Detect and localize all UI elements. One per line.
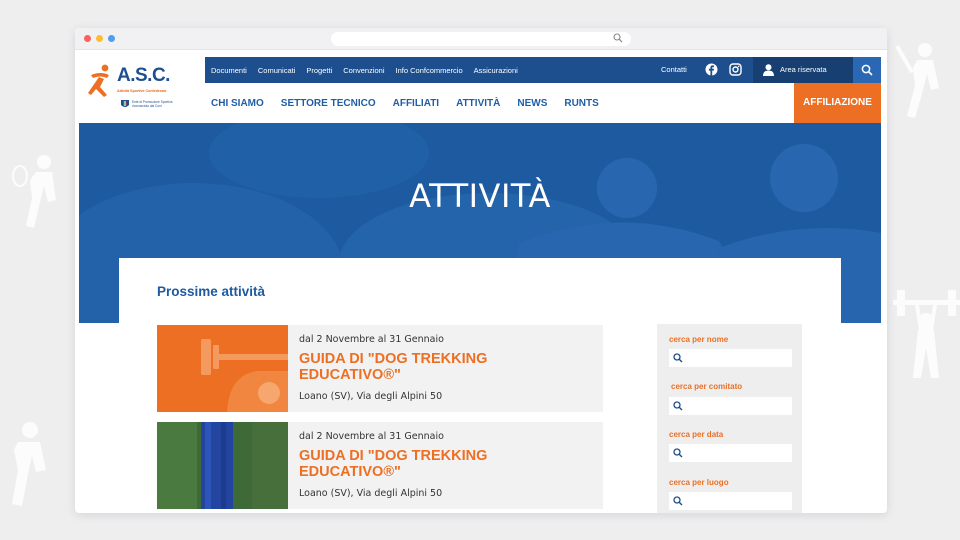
- nav-affiliati[interactable]: AFFILIATI: [393, 98, 439, 109]
- top-link-comunicati[interactable]: Comunicati: [258, 66, 296, 75]
- search-icon: [861, 64, 873, 76]
- search-icon: [673, 448, 683, 458]
- filter-label-comitato: cerca per comitato: [671, 382, 743, 391]
- filter-label-luogo: cerca per luogo: [669, 478, 729, 487]
- nav-settore-tecnico[interactable]: SETTORE TECNICO: [281, 98, 376, 109]
- site-logo[interactable]: A.S.C. Attività Sportive Confederate Ent…: [79, 57, 205, 123]
- search-by-name-input[interactable]: [669, 349, 792, 367]
- search-icon: [613, 33, 623, 43]
- activity-image: [157, 325, 288, 412]
- search-icon: [673, 401, 683, 411]
- top-utility-bar: Documenti Comunicati Progetti Convenzion…: [205, 57, 881, 83]
- section-title: Prossime attività: [157, 284, 266, 299]
- activity-location: Loano (SV), Via degli Alpini 50: [299, 391, 443, 402]
- site-search-button[interactable]: [853, 57, 881, 83]
- filter-label-nome: cerca per nome: [669, 335, 729, 344]
- activity-title[interactable]: GUIDA DI "DOG TREKKING EDUCATIVO®": [299, 448, 559, 480]
- top-link-assicurazioni[interactable]: Assicurazioni: [474, 66, 518, 75]
- asc-logo-icon: [88, 64, 109, 97]
- affiliazione-button[interactable]: AFFILIAZIONE: [794, 83, 881, 123]
- site-header: A.S.C. Attività Sportive Confederate Ent…: [79, 57, 881, 123]
- user-icon: [763, 64, 774, 76]
- turf-field-illustration: [157, 422, 288, 509]
- reserved-area-button[interactable]: Area riservata: [753, 57, 853, 83]
- nav-runts[interactable]: RUNTS: [564, 98, 598, 109]
- minimize-window-dot[interactable]: [96, 35, 103, 42]
- top-link-progetti[interactable]: Progetti: [306, 66, 332, 75]
- top-link-documenti[interactable]: Documenti: [211, 66, 247, 75]
- hero-title: ATTIVITÀ: [409, 177, 551, 215]
- top-link-info-confcommercio[interactable]: Info Confcommercio: [396, 66, 463, 75]
- browser-toolbar: [75, 28, 887, 50]
- activity-date: dal 2 Novembre al 31 Gennaio: [299, 431, 444, 442]
- activity-date: dal 2 Novembre al 31 Gennaio: [299, 334, 444, 345]
- activities-card: Prossime attività dal 2 Novembre al 31 G…: [119, 258, 841, 513]
- browser-window: A.S.C. Attività Sportive Confederate Ent…: [75, 28, 887, 513]
- athlete-batter-icon: [895, 43, 939, 118]
- activity-location: Loano (SV), Via degli Alpini 50: [299, 488, 443, 499]
- activity-title[interactable]: GUIDA DI "DOG TREKKING EDUCATIVO®": [299, 351, 559, 383]
- top-link-convenzioni[interactable]: Convenzioni: [343, 66, 384, 75]
- activity-item[interactable]: dal 2 Novembre al 31 Gennaio GUIDA DI "D…: [157, 325, 603, 412]
- athlete-runner-icon: [12, 422, 46, 506]
- nav-news[interactable]: NEWS: [517, 98, 547, 109]
- weightlifting-illustration: [201, 339, 288, 412]
- search-by-date-input[interactable]: [669, 444, 792, 462]
- nav-chi-siamo[interactable]: CHI SIAMO: [211, 98, 264, 109]
- filter-label-data: cerca per data: [669, 430, 724, 439]
- search-by-committee-input[interactable]: [669, 397, 792, 415]
- athlete-tennis-icon: [12, 155, 56, 228]
- instagram-icon[interactable]: [729, 63, 742, 76]
- athlete-weightlifter-icon: [893, 290, 960, 378]
- facebook-icon[interactable]: [705, 63, 718, 76]
- maximize-window-dot[interactable]: [108, 35, 115, 42]
- search-by-place-input[interactable]: [669, 492, 792, 510]
- activity-item[interactable]: dal 2 Novembre al 31 Gennaio GUIDA DI "D…: [157, 422, 603, 509]
- main-navigation: CHI SIAMO SETTORE TECNICO AFFILIATI ATTI…: [205, 83, 881, 123]
- reserved-area-label: Area riservata: [780, 65, 827, 74]
- contatti-link[interactable]: Contatti: [661, 57, 687, 83]
- logo-tagline: Attività Sportive Confederate: [117, 89, 167, 93]
- address-bar[interactable]: [331, 32, 631, 46]
- activity-image: [157, 422, 288, 509]
- logo-text: A.S.C.: [117, 65, 170, 86]
- close-window-dot[interactable]: [84, 35, 91, 42]
- search-icon: [673, 496, 683, 506]
- nav-attivita[interactable]: ATTIVITÀ: [456, 98, 500, 109]
- search-filters-panel: cerca per nome cerca per comitato cerca …: [657, 324, 802, 513]
- search-icon: [673, 353, 683, 363]
- coni-badge-icon: [121, 100, 129, 107]
- coni-text: Ente di Promozione Sportiva riconosciuto…: [132, 100, 173, 108]
